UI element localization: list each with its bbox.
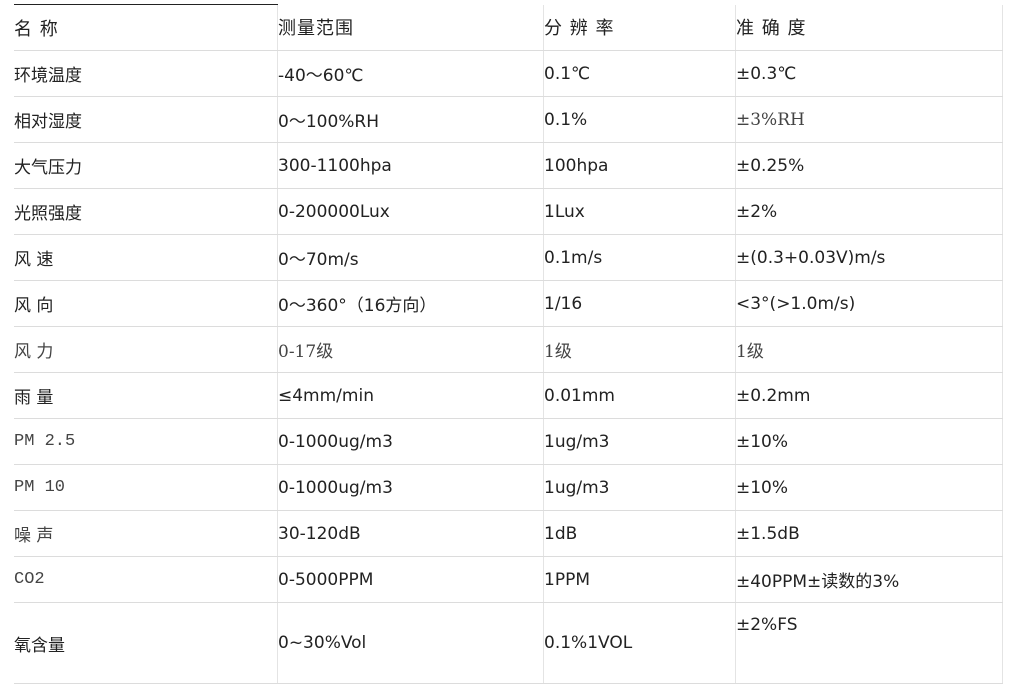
table-row: 雨 量 ≤4mm/min 0.01mm ±0.2mm xyxy=(14,372,1003,419)
cell-range: 0-200000Lux xyxy=(277,188,544,235)
cell-accuracy: ±3%RH xyxy=(735,96,1003,143)
cell-accuracy: ±40PPM±读数的3% xyxy=(735,556,1003,603)
cell-resolution: 1PPM xyxy=(543,556,736,603)
cell-name: PM 10 xyxy=(14,464,278,511)
cell-name: 噪 声 xyxy=(14,510,278,557)
cell-name: 大气压力 xyxy=(14,142,278,189)
table-row: 噪 声 30-120dB 1dB ±1.5dB xyxy=(14,510,1003,557)
cell-accuracy: ±1.5dB xyxy=(735,510,1003,557)
header-accuracy: 准 确 度 xyxy=(735,4,1003,51)
cell-resolution: 0.1%1VOL xyxy=(543,602,736,684)
cell-name: 风 向 xyxy=(14,280,278,327)
header-row: 名 称 测量范围 分 辨 率 准 确 度 xyxy=(14,4,1003,51)
table-row: 风 向 0～360°（16方向） 1/16 <3°(>1.0m/s) xyxy=(14,280,1003,327)
cell-name: 氧含量 xyxy=(14,602,278,684)
cell-accuracy: ±2% xyxy=(735,188,1003,235)
cell-resolution: 1/16 xyxy=(543,280,736,327)
table-row: 氧含量 0~30%Vol 0.1%1VOL ±2%FS xyxy=(14,602,1003,684)
cell-range: 0-1000ug/m3 xyxy=(277,464,544,511)
cell-accuracy: ±0.3℃ xyxy=(735,50,1003,97)
cell-name: 风 力 xyxy=(14,326,278,373)
cell-range: 0-1000ug/m3 xyxy=(277,418,544,465)
cell-range: 0～70m/s xyxy=(277,234,544,281)
cell-resolution: 1dB xyxy=(543,510,736,557)
cell-name: 环境温度 xyxy=(14,50,278,97)
cell-range: 0-17级 xyxy=(277,326,544,373)
cell-resolution: 0.1% xyxy=(543,96,736,143)
spec-table: 名 称 测量范围 分 辨 率 准 确 度 环境温度 -40～60℃ 0.1℃ ±… xyxy=(14,4,1003,684)
cell-accuracy: ±2%FS xyxy=(735,602,1003,684)
cell-resolution: 1ug/m3 xyxy=(543,464,736,511)
cell-name: 光照强度 xyxy=(14,188,278,235)
cell-name: 风 速 xyxy=(14,234,278,281)
cell-accuracy: ±(0.3+0.03V)m/s xyxy=(735,234,1003,281)
cell-resolution: 1ug/m3 xyxy=(543,418,736,465)
table-row: CO2 0-5000PPM 1PPM ±40PPM±读数的3% xyxy=(14,556,1003,603)
header-name: 名 称 xyxy=(14,4,278,51)
cell-resolution: 0.1℃ xyxy=(543,50,736,97)
header-resolution: 分 辨 率 xyxy=(543,4,736,51)
table-row: PM 10 0-1000ug/m3 1ug/m3 ±10% xyxy=(14,464,1003,511)
cell-resolution: 1级 xyxy=(543,326,736,373)
cell-name: 雨 量 xyxy=(14,372,278,419)
cell-accuracy: ±0.2mm xyxy=(735,372,1003,419)
cell-accuracy: ±0.25% xyxy=(735,142,1003,189)
cell-range: 0～360°（16方向） xyxy=(277,280,544,327)
cell-resolution: 100hpa xyxy=(543,142,736,189)
header-range: 测量范围 xyxy=(277,4,544,51)
cell-accuracy: ±10% xyxy=(735,464,1003,511)
cell-resolution: 0.1m/s xyxy=(543,234,736,281)
cell-resolution: 1Lux xyxy=(543,188,736,235)
cell-resolution: 0.01mm xyxy=(543,372,736,419)
cell-name: PM 2.5 xyxy=(14,418,278,465)
table-row: 光照强度 0-200000Lux 1Lux ±2% xyxy=(14,188,1003,235)
cell-name: CO2 xyxy=(14,556,278,603)
cell-range: 30-120dB xyxy=(277,510,544,557)
cell-accuracy: ±10% xyxy=(735,418,1003,465)
cell-name: 相对湿度 xyxy=(14,96,278,143)
table-row: PM 2.5 0-1000ug/m3 1ug/m3 ±10% xyxy=(14,418,1003,465)
cell-range: ≤4mm/min xyxy=(277,372,544,419)
cell-range: 0~30%Vol xyxy=(277,602,544,684)
table-row: 相对湿度 0～100%RH 0.1% ±3%RH xyxy=(14,96,1003,143)
cell-accuracy: <3°(>1.0m/s) xyxy=(735,280,1003,327)
table-row: 风 速 0～70m/s 0.1m/s ±(0.3+0.03V)m/s xyxy=(14,234,1003,281)
cell-range: 0～100%RH xyxy=(277,96,544,143)
table-row: 风 力 0-17级 1级 1级 xyxy=(14,326,1003,373)
table-row: 大气压力 300-1100hpa 100hpa ±0.25% xyxy=(14,142,1003,189)
cell-range: 300-1100hpa xyxy=(277,142,544,189)
cell-range: -40～60℃ xyxy=(277,50,544,97)
table-row: 环境温度 -40～60℃ 0.1℃ ±0.3℃ xyxy=(14,50,1003,97)
cell-range: 0-5000PPM xyxy=(277,556,544,603)
cell-accuracy: 1级 xyxy=(735,326,1003,373)
